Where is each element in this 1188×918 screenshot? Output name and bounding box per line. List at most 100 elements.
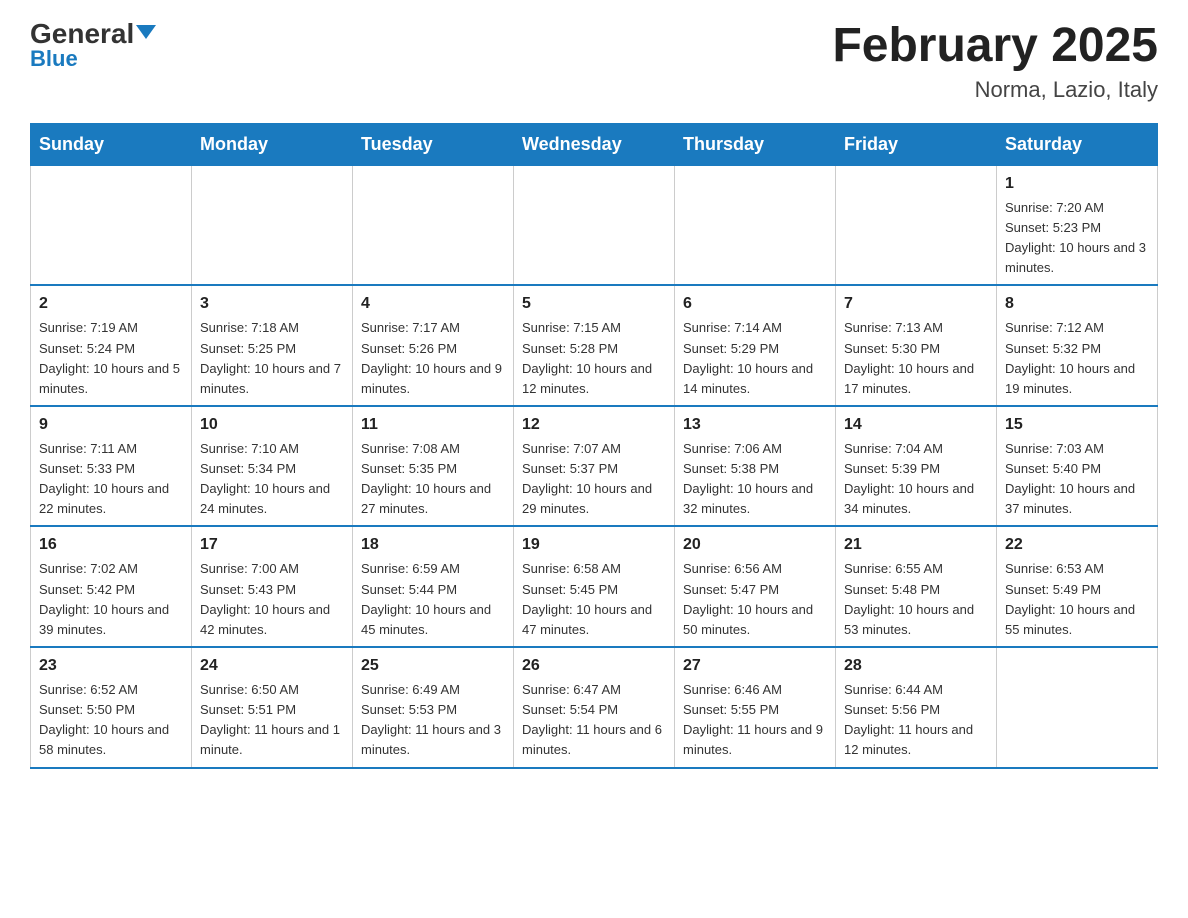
day-number: 20 bbox=[683, 533, 827, 557]
day-number: 7 bbox=[844, 292, 988, 316]
day-number: 23 bbox=[39, 654, 183, 678]
calendar-cell: 2Sunrise: 7:19 AM Sunset: 5:24 PM Daylig… bbox=[31, 285, 192, 406]
day-header-wednesday: Wednesday bbox=[514, 123, 675, 165]
day-number: 26 bbox=[522, 654, 666, 678]
calendar-cell bbox=[353, 165, 514, 285]
calendar-cell: 14Sunrise: 7:04 AM Sunset: 5:39 PM Dayli… bbox=[836, 406, 997, 527]
calendar-cell: 27Sunrise: 6:46 AM Sunset: 5:55 PM Dayli… bbox=[675, 647, 836, 768]
day-number: 27 bbox=[683, 654, 827, 678]
calendar-cell: 28Sunrise: 6:44 AM Sunset: 5:56 PM Dayli… bbox=[836, 647, 997, 768]
day-number: 15 bbox=[1005, 413, 1149, 437]
calendar-cell: 18Sunrise: 6:59 AM Sunset: 5:44 PM Dayli… bbox=[353, 526, 514, 647]
day-number: 5 bbox=[522, 292, 666, 316]
calendar-cell bbox=[31, 165, 192, 285]
calendar-cell: 23Sunrise: 6:52 AM Sunset: 5:50 PM Dayli… bbox=[31, 647, 192, 768]
page-header: General Blue February 2025 Norma, Lazio,… bbox=[30, 20, 1158, 103]
logo-general-text: General bbox=[30, 20, 156, 48]
day-info: Sunrise: 7:20 AM Sunset: 5:23 PM Dayligh… bbox=[1005, 198, 1149, 279]
day-info: Sunrise: 6:59 AM Sunset: 5:44 PM Dayligh… bbox=[361, 559, 505, 640]
day-info: Sunrise: 6:47 AM Sunset: 5:54 PM Dayligh… bbox=[522, 680, 666, 761]
calendar-cell: 20Sunrise: 6:56 AM Sunset: 5:47 PM Dayli… bbox=[675, 526, 836, 647]
day-info: Sunrise: 7:07 AM Sunset: 5:37 PM Dayligh… bbox=[522, 439, 666, 520]
day-header-monday: Monday bbox=[192, 123, 353, 165]
day-info: Sunrise: 6:53 AM Sunset: 5:49 PM Dayligh… bbox=[1005, 559, 1149, 640]
day-number: 17 bbox=[200, 533, 344, 557]
calendar-cell: 17Sunrise: 7:00 AM Sunset: 5:43 PM Dayli… bbox=[192, 526, 353, 647]
header-row: SundayMondayTuesdayWednesdayThursdayFrid… bbox=[31, 123, 1158, 165]
day-info: Sunrise: 7:00 AM Sunset: 5:43 PM Dayligh… bbox=[200, 559, 344, 640]
day-info: Sunrise: 6:46 AM Sunset: 5:55 PM Dayligh… bbox=[683, 680, 827, 761]
day-number: 21 bbox=[844, 533, 988, 557]
calendar-body: 1Sunrise: 7:20 AM Sunset: 5:23 PM Daylig… bbox=[31, 165, 1158, 767]
day-number: 18 bbox=[361, 533, 505, 557]
week-row-5: 23Sunrise: 6:52 AM Sunset: 5:50 PM Dayli… bbox=[31, 647, 1158, 768]
day-number: 10 bbox=[200, 413, 344, 437]
day-info: Sunrise: 7:03 AM Sunset: 5:40 PM Dayligh… bbox=[1005, 439, 1149, 520]
week-row-4: 16Sunrise: 7:02 AM Sunset: 5:42 PM Dayli… bbox=[31, 526, 1158, 647]
week-row-1: 1Sunrise: 7:20 AM Sunset: 5:23 PM Daylig… bbox=[31, 165, 1158, 285]
day-info: Sunrise: 6:44 AM Sunset: 5:56 PM Dayligh… bbox=[844, 680, 988, 761]
calendar-cell: 5Sunrise: 7:15 AM Sunset: 5:28 PM Daylig… bbox=[514, 285, 675, 406]
day-number: 3 bbox=[200, 292, 344, 316]
calendar-cell: 6Sunrise: 7:14 AM Sunset: 5:29 PM Daylig… bbox=[675, 285, 836, 406]
calendar-cell: 9Sunrise: 7:11 AM Sunset: 5:33 PM Daylig… bbox=[31, 406, 192, 527]
day-number: 1 bbox=[1005, 172, 1149, 196]
day-info: Sunrise: 6:58 AM Sunset: 5:45 PM Dayligh… bbox=[522, 559, 666, 640]
day-number: 2 bbox=[39, 292, 183, 316]
calendar-cell bbox=[514, 165, 675, 285]
calendar-header: SundayMondayTuesdayWednesdayThursdayFrid… bbox=[31, 123, 1158, 165]
day-info: Sunrise: 6:55 AM Sunset: 5:48 PM Dayligh… bbox=[844, 559, 988, 640]
week-row-2: 2Sunrise: 7:19 AM Sunset: 5:24 PM Daylig… bbox=[31, 285, 1158, 406]
calendar-cell: 19Sunrise: 6:58 AM Sunset: 5:45 PM Dayli… bbox=[514, 526, 675, 647]
week-row-3: 9Sunrise: 7:11 AM Sunset: 5:33 PM Daylig… bbox=[31, 406, 1158, 527]
calendar-cell: 4Sunrise: 7:17 AM Sunset: 5:26 PM Daylig… bbox=[353, 285, 514, 406]
day-number: 19 bbox=[522, 533, 666, 557]
day-number: 25 bbox=[361, 654, 505, 678]
day-number: 12 bbox=[522, 413, 666, 437]
logo-arrow-icon bbox=[136, 25, 156, 39]
day-info: Sunrise: 7:02 AM Sunset: 5:42 PM Dayligh… bbox=[39, 559, 183, 640]
day-number: 16 bbox=[39, 533, 183, 557]
day-header-saturday: Saturday bbox=[997, 123, 1158, 165]
calendar-cell bbox=[836, 165, 997, 285]
day-info: Sunrise: 6:56 AM Sunset: 5:47 PM Dayligh… bbox=[683, 559, 827, 640]
day-info: Sunrise: 7:15 AM Sunset: 5:28 PM Dayligh… bbox=[522, 318, 666, 399]
day-number: 28 bbox=[844, 654, 988, 678]
day-header-friday: Friday bbox=[836, 123, 997, 165]
calendar-cell: 26Sunrise: 6:47 AM Sunset: 5:54 PM Dayli… bbox=[514, 647, 675, 768]
day-info: Sunrise: 6:52 AM Sunset: 5:50 PM Dayligh… bbox=[39, 680, 183, 761]
day-header-thursday: Thursday bbox=[675, 123, 836, 165]
day-info: Sunrise: 7:14 AM Sunset: 5:29 PM Dayligh… bbox=[683, 318, 827, 399]
day-number: 8 bbox=[1005, 292, 1149, 316]
day-number: 4 bbox=[361, 292, 505, 316]
day-info: Sunrise: 7:10 AM Sunset: 5:34 PM Dayligh… bbox=[200, 439, 344, 520]
calendar-cell: 10Sunrise: 7:10 AM Sunset: 5:34 PM Dayli… bbox=[192, 406, 353, 527]
calendar-cell: 12Sunrise: 7:07 AM Sunset: 5:37 PM Dayli… bbox=[514, 406, 675, 527]
day-info: Sunrise: 6:50 AM Sunset: 5:51 PM Dayligh… bbox=[200, 680, 344, 761]
day-info: Sunrise: 7:04 AM Sunset: 5:39 PM Dayligh… bbox=[844, 439, 988, 520]
day-number: 6 bbox=[683, 292, 827, 316]
day-number: 22 bbox=[1005, 533, 1149, 557]
calendar-cell: 3Sunrise: 7:18 AM Sunset: 5:25 PM Daylig… bbox=[192, 285, 353, 406]
logo-blue-text: Blue bbox=[30, 46, 78, 72]
day-info: Sunrise: 6:49 AM Sunset: 5:53 PM Dayligh… bbox=[361, 680, 505, 761]
logo: General Blue bbox=[30, 20, 156, 72]
calendar-cell: 1Sunrise: 7:20 AM Sunset: 5:23 PM Daylig… bbox=[997, 165, 1158, 285]
day-header-tuesday: Tuesday bbox=[353, 123, 514, 165]
calendar-cell: 11Sunrise: 7:08 AM Sunset: 5:35 PM Dayli… bbox=[353, 406, 514, 527]
day-info: Sunrise: 7:12 AM Sunset: 5:32 PM Dayligh… bbox=[1005, 318, 1149, 399]
calendar-cell: 15Sunrise: 7:03 AM Sunset: 5:40 PM Dayli… bbox=[997, 406, 1158, 527]
month-title: February 2025 bbox=[832, 20, 1158, 73]
calendar-cell: 21Sunrise: 6:55 AM Sunset: 5:48 PM Dayli… bbox=[836, 526, 997, 647]
day-info: Sunrise: 7:19 AM Sunset: 5:24 PM Dayligh… bbox=[39, 318, 183, 399]
calendar-cell bbox=[675, 165, 836, 285]
day-info: Sunrise: 7:18 AM Sunset: 5:25 PM Dayligh… bbox=[200, 318, 344, 399]
calendar-cell: 24Sunrise: 6:50 AM Sunset: 5:51 PM Dayli… bbox=[192, 647, 353, 768]
day-info: Sunrise: 7:08 AM Sunset: 5:35 PM Dayligh… bbox=[361, 439, 505, 520]
day-info: Sunrise: 7:17 AM Sunset: 5:26 PM Dayligh… bbox=[361, 318, 505, 399]
calendar-cell bbox=[192, 165, 353, 285]
location-text: Norma, Lazio, Italy bbox=[832, 77, 1158, 103]
calendar-cell: 25Sunrise: 6:49 AM Sunset: 5:53 PM Dayli… bbox=[353, 647, 514, 768]
day-number: 13 bbox=[683, 413, 827, 437]
calendar-cell: 8Sunrise: 7:12 AM Sunset: 5:32 PM Daylig… bbox=[997, 285, 1158, 406]
